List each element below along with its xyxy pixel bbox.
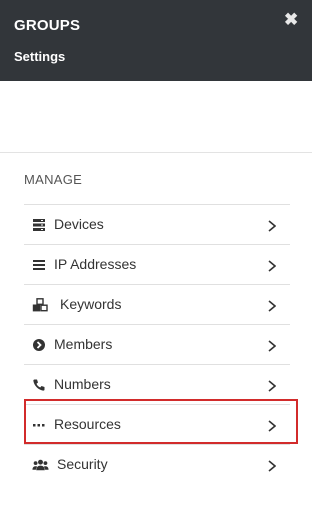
list-icon [33,260,45,270]
menu-item-label: IP Addresses [54,256,137,272]
ellipsis-icon [33,424,45,427]
chevron-right-icon [268,420,276,432]
server-icon [33,219,45,231]
menu-item-ip-addresses[interactable]: IP Addresses [24,244,290,284]
cubes-icon [32,298,48,312]
chevron-right-icon [268,340,276,352]
panel-subtitle: Settings [14,49,66,64]
menu-item-keywords[interactable]: Keywords [24,284,290,324]
panel-title: GROUPS [14,17,81,34]
chevron-right-icon [268,260,276,272]
menu-item-label: Numbers [54,376,111,392]
chevron-right-icon [268,380,276,392]
menu-item-devices[interactable]: Devices [24,204,290,244]
users-icon [32,459,49,471]
menu-item-numbers[interactable]: Numbers [24,364,290,404]
arrow-circle-icon [33,339,45,351]
menu-item-label: Members [54,336,113,352]
panel-header: GROUPS Settings ✖ [0,0,312,81]
section-label-manage: MANAGE [24,172,83,187]
menu-item-label: Security [57,456,108,472]
chevron-right-icon [268,300,276,312]
divider [0,152,312,153]
menu-item-label: Resources [54,416,121,432]
menu-item-members[interactable]: Members [24,324,290,364]
menu-item-label: Keywords [60,296,122,312]
chevron-right-icon [268,220,276,232]
close-icon[interactable]: ✖ [284,11,298,28]
menu-item-label: Devices [54,216,104,232]
manage-list: Devices IP Addresses Keywords Members Nu… [24,204,290,484]
chevron-right-icon [268,460,276,472]
menu-item-resources[interactable]: Resources [24,404,290,444]
phone-icon [33,379,45,391]
menu-item-security[interactable]: Security [24,444,290,484]
